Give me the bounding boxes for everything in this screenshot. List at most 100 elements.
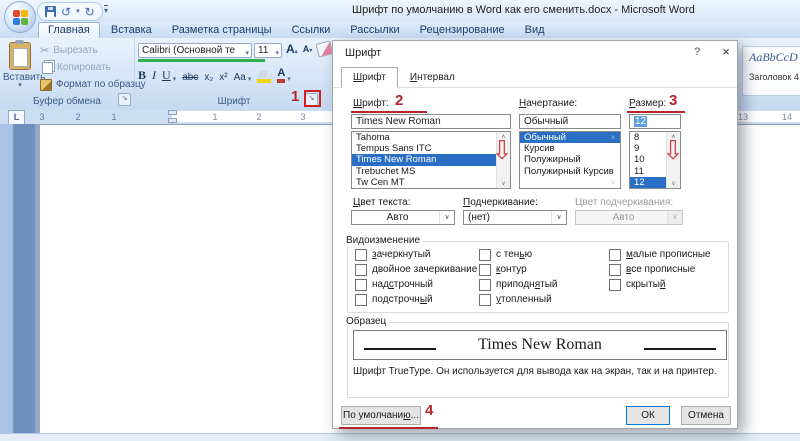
list-item[interactable]: зачеркнутый <box>355 248 477 261</box>
strikethrough-button[interactable]: abc <box>182 72 198 83</box>
checkbox[interactable] <box>609 263 621 276</box>
paste-dropdown-icon[interactable]: ▾ <box>3 82 37 89</box>
scroll-down-icon[interactable]: ∨ <box>667 180 680 187</box>
font-name-input[interactable]: Times New Roman <box>351 114 511 129</box>
list-item[interactable]: Tw Cen MT <box>352 177 497 188</box>
list-item[interactable]: Полужирный <box>520 154 620 165</box>
checkbox[interactable] <box>479 248 491 261</box>
list-item[interactable]: Times New Roman <box>352 154 497 166</box>
tab-mailings[interactable]: Рассылки <box>341 23 408 38</box>
change-case-button[interactable]: Aa <box>234 72 246 83</box>
list-item[interactable]: все прописные <box>609 263 711 276</box>
redo-icon[interactable]: ↻ <box>85 6 95 18</box>
underline-dropdown-icon[interactable]: ▾ <box>173 75 177 83</box>
font-name-combo[interactable]: Calibri (Основной те ▾ <box>138 43 252 58</box>
tab-home[interactable]: Главная <box>38 22 100 38</box>
bold-button[interactable]: B <box>138 68 146 83</box>
scroll-down-icon[interactable]: ∨ <box>497 180 510 187</box>
list-item[interactable]: двойное зачеркивание <box>355 263 477 276</box>
dialog-tab-font[interactable]: Шрифт <box>341 67 398 88</box>
checkbox-label: подстрочный <box>372 294 433 305</box>
checkbox[interactable] <box>355 278 367 291</box>
underline-color-combo: Авто ∨ <box>575 210 683 225</box>
office-button[interactable] <box>4 1 36 33</box>
ok-button[interactable]: ОК <box>626 406 670 425</box>
grow-font-button[interactable]: A▴ <box>286 42 298 56</box>
indent-marker[interactable] <box>168 110 177 123</box>
font-size-combo[interactable]: 11 ▾ <box>254 43 282 58</box>
text-color-combo[interactable]: Авто ∨ <box>351 210 455 225</box>
font-row2-buttons: B I U ▾ abc x₂ x² Aa ▾ А ▾ <box>138 65 291 83</box>
font-name-dropdown-icon[interactable]: ▾ <box>245 47 249 57</box>
italic-button[interactable]: I <box>152 68 156 83</box>
clipboard-dialog-launcher[interactable]: ↘ <box>118 93 131 106</box>
tab-page-layout[interactable]: Разметка страницы <box>163 23 281 38</box>
checkbox[interactable] <box>609 278 621 291</box>
highlight-button[interactable] <box>257 71 272 83</box>
list-item[interactable]: малые прописные <box>609 248 711 261</box>
list-item[interactable]: Курсив <box>520 143 620 154</box>
styles-gallery-item[interactable]: AaBbCcD Заголовок 4 <box>742 46 800 96</box>
list-item[interactable]: Полужирный Курсив <box>520 166 620 177</box>
customize-qat-icon[interactable]: ▾ <box>104 5 109 15</box>
list-item[interactable]: надстрочный <box>355 278 477 291</box>
shrink-font-button[interactable]: A▾ <box>303 44 313 54</box>
annotation-arrow-font-scroll: ⇩ <box>491 136 513 166</box>
list-item[interactable]: приподнятый <box>479 278 557 291</box>
tab-review[interactable]: Рецензирование <box>411 23 514 38</box>
list-item[interactable]: с тенью <box>479 248 557 261</box>
copy-button[interactable]: Копировать <box>40 60 146 75</box>
font-style-list[interactable]: ∧ ∨ Обычный Курсив Полужирный Полужирный Ку… <box>519 131 621 189</box>
font-color-dropdown-icon[interactable]: ▾ <box>287 75 291 83</box>
list-item[interactable]: скрытый <box>609 278 711 291</box>
list-item[interactable]: Tempus Sans ITC <box>352 143 497 154</box>
cut-button[interactable]: ✂ Вырезать <box>40 43 146 58</box>
underline-button[interactable]: U <box>162 68 171 83</box>
undo-dropdown-icon[interactable]: ▾ <box>76 8 80 16</box>
list-item: 1 <box>193 112 237 122</box>
checkbox[interactable] <box>479 263 491 276</box>
tab-references[interactable]: Ссылки <box>283 23 340 38</box>
checkbox[interactable] <box>609 248 621 261</box>
list-item: 14 <box>765 112 800 122</box>
help-icon[interactable]: ? <box>689 46 705 58</box>
list-item[interactable]: Trebuchet MS <box>352 166 497 177</box>
dialog-tab-spacing[interactable]: Интервал <box>398 67 467 88</box>
change-case-dropdown-icon[interactable]: ▾ <box>248 75 252 83</box>
save-icon[interactable] <box>45 6 56 17</box>
cancel-button[interactable]: Отмена <box>681 406 731 425</box>
checkbox[interactable] <box>479 278 491 291</box>
font-size-dropdown-icon[interactable]: ▾ <box>275 47 279 57</box>
close-icon[interactable]: × <box>717 44 735 59</box>
list-item[interactable]: подстрочный <box>355 293 477 306</box>
undo-icon[interactable]: ↺ <box>61 6 71 18</box>
font-size-input[interactable]: 12 <box>629 114 681 129</box>
list-item[interactable]: Tahoma <box>352 132 497 143</box>
format-painter-button[interactable]: Формат по образцу <box>40 77 146 92</box>
font-list[interactable]: ∧ ∨ Tahoma Tempus Sans ITC Times New Roman… <box>351 131 511 189</box>
list-item[interactable]: Обычный <box>520 132 620 144</box>
underline-style-combo[interactable]: (нет) ∨ <box>463 210 567 225</box>
subscript-button[interactable]: x₂ <box>204 72 213 83</box>
default-button[interactable]: По умолчанию... <box>341 406 421 425</box>
scroll-down-icon[interactable]: ∨ <box>607 179 619 186</box>
tab-stop-selector[interactable]: L <box>8 110 25 125</box>
font-style-input[interactable]: Обычный <box>519 114 621 129</box>
scroll-up-icon[interactable]: ∧ <box>607 134 619 141</box>
checkbox[interactable] <box>355 248 367 261</box>
tab-view[interactable]: Вид <box>516 23 554 38</box>
checkbox[interactable] <box>355 293 367 306</box>
list-item[interactable]: контур <box>479 263 557 276</box>
checkbox[interactable] <box>355 263 367 276</box>
list-item[interactable]: 11 <box>630 166 667 177</box>
superscript-button[interactable]: x² <box>219 72 227 83</box>
font-color-button[interactable]: А <box>277 68 286 83</box>
chevron-down-icon[interactable]: ∨ <box>551 211 566 224</box>
checkbox[interactable] <box>479 293 491 306</box>
list-item[interactable]: 12 <box>630 176 667 188</box>
preview-right-line <box>644 348 716 350</box>
list-item[interactable]: утопленный <box>479 293 557 306</box>
tab-insert[interactable]: Вставка <box>102 23 161 38</box>
chevron-down-icon[interactable]: ∨ <box>439 211 454 224</box>
checkbox-label: зачеркнутый <box>372 249 431 260</box>
